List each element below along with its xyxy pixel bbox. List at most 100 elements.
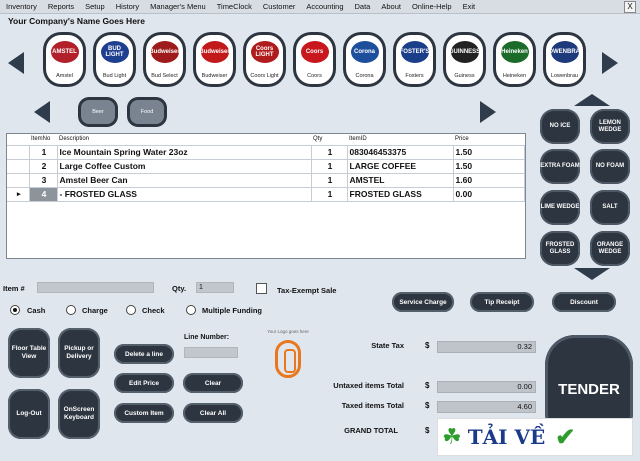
menu-inventory[interactable]: Inventory xyxy=(6,2,37,11)
horseshoe-logo-icon xyxy=(275,340,301,378)
menu-online-help[interactable]: Online-Help xyxy=(412,2,452,11)
col-description-header: Description xyxy=(57,134,311,146)
modifier-lemon-wedge-button[interactable]: LEMON WEDGE xyxy=(590,109,630,144)
custom-item-button[interactable]: Custom Item xyxy=(114,403,174,423)
edit-price-button[interactable]: Edit Price xyxy=(114,373,174,393)
order-grid[interactable]: ItemNo Description Qty ItemID Price 1 Ic… xyxy=(6,133,526,259)
menu-customer[interactable]: Customer xyxy=(263,2,296,11)
cell-qty: 1 xyxy=(311,145,348,160)
modifier-extra-foam-button[interactable]: EXTRA FOAM xyxy=(540,149,580,184)
cell-qty: 1 xyxy=(311,173,348,188)
category-beer-button[interactable]: Beer xyxy=(78,97,118,127)
beer-button-coors[interactable]: Coors Coors xyxy=(293,32,336,87)
current-row-pointer-icon: ▸ xyxy=(7,187,30,202)
table-row[interactable]: 2 Large Coffee Custom 1 LARGE COFFEE 1.5… xyxy=(7,159,525,174)
beer-button-budweiser[interactable]: Budweiser Budweiser xyxy=(193,32,236,87)
beer-prev-arrow-icon[interactable] xyxy=(8,52,24,74)
floor-table-view-button[interactable]: Floor Table View xyxy=(8,328,50,378)
menu-accounting[interactable]: Accounting xyxy=(306,2,343,11)
clear-button[interactable]: Clear xyxy=(183,373,243,393)
beer-button-fosters[interactable]: FOSTER'S Fosters xyxy=(393,32,436,87)
onscreen-keyboard-button[interactable]: OnScreen Keyboard xyxy=(58,389,100,439)
discount-button[interactable]: Discount xyxy=(552,292,616,312)
delete-line-button[interactable]: Delete a line xyxy=(114,344,174,364)
beer-logo-icon: Coors LIGHT xyxy=(250,41,279,63)
modifier-no-ice-button[interactable]: NO ICE xyxy=(540,109,580,144)
col-itemno-header: ItemNo xyxy=(29,134,57,146)
beer-button-bud-light[interactable]: BUD LIGHT Bud Light xyxy=(93,32,136,87)
cell-itemno: 4 xyxy=(29,187,58,202)
clear-all-button[interactable]: Clear All xyxy=(183,403,243,423)
table-row[interactable]: 1 Ice Mountain Spring Water 23oz 1 08304… xyxy=(7,145,525,160)
menu-exit[interactable]: Exit xyxy=(463,2,476,11)
payment-charge-label: Charge xyxy=(82,306,108,315)
tax-exempt-checkbox[interactable] xyxy=(256,283,267,294)
untaxed-total-label: Untaxed items Total xyxy=(333,381,404,390)
close-button[interactable]: X xyxy=(624,1,636,13)
line-number-input[interactable] xyxy=(184,347,238,358)
modifier-no-foam-button[interactable]: NO FOAM xyxy=(590,149,630,184)
beer-button-lowenbrau[interactable]: LÖWENBRÄU Lowenbrau xyxy=(543,32,586,87)
grand-total-label: GRAND TOTAL xyxy=(344,426,398,435)
beer-button-coors-light[interactable]: Coors LIGHT Coors Light xyxy=(243,32,286,87)
payment-check-label: Check xyxy=(142,306,165,315)
watermark-banner: ☘ TẢI VỀ ✔ xyxy=(437,418,633,456)
beer-button-bud-select[interactable]: Budweiser Bud Select xyxy=(143,32,186,87)
payment-multiple-funding-radio[interactable] xyxy=(186,305,196,315)
beer-logo-icon: Corona xyxy=(350,41,379,63)
untaxed-total-value: 0.00 xyxy=(437,381,536,393)
menu-about[interactable]: About xyxy=(381,2,401,11)
cell-itemid: LARGE COFFEE xyxy=(347,159,454,174)
beer-label: Guiness xyxy=(454,73,475,79)
beer-logo-icon: BUD LIGHT xyxy=(100,41,129,63)
menu-managers-menu[interactable]: Manager's Menu xyxy=(150,2,206,11)
beer-next-arrow-icon[interactable] xyxy=(602,52,618,74)
modifier-orange-wedge-button[interactable]: ORANGE WEDGE xyxy=(590,231,630,266)
cell-itemid: AMSTEL xyxy=(347,173,454,188)
modifier-salt-button[interactable]: SALT xyxy=(590,190,630,225)
table-row-selected[interactable]: ▸ 4 - FROSTED GLASS 1 FROSTED GLASS 0.00 xyxy=(7,187,525,202)
menu-reports[interactable]: Reports xyxy=(48,2,74,11)
beer-label: Lowenbrau xyxy=(550,73,579,79)
modifier-frosted-glass-button[interactable]: FROSTED GLASS xyxy=(540,231,580,266)
payment-check-radio[interactable] xyxy=(126,305,136,315)
beer-button-heineken[interactable]: Heineken Heineken xyxy=(493,32,536,87)
taxed-total-label: Taxed items Total xyxy=(341,401,404,410)
beer-logo-icon: Budweiser xyxy=(150,41,179,63)
col-price-header: Price xyxy=(453,134,525,146)
cell-price: 1.60 xyxy=(453,173,525,188)
menu-timeclock[interactable]: TimeClock xyxy=(217,2,252,11)
modifier-up-arrow-icon[interactable] xyxy=(574,94,610,106)
col-qty-header: Qty xyxy=(311,134,347,146)
qty-input[interactable]: 1 xyxy=(196,282,234,293)
beer-logo-icon: Heineken xyxy=(500,41,529,63)
beer-button-amstel[interactable]: AMSTEL Amstel xyxy=(43,32,86,87)
service-charge-button[interactable]: Service Charge xyxy=(392,292,454,312)
tip-receipt-button[interactable]: Tip Receipt xyxy=(470,292,534,312)
modifier-lime-wedge-button[interactable]: LIME WEDGE xyxy=(540,190,580,225)
cell-price: 0.00 xyxy=(453,187,525,202)
category-next-arrow-icon[interactable] xyxy=(480,101,496,123)
beer-label: Coors Light xyxy=(250,73,279,79)
menu-history[interactable]: History xyxy=(116,2,139,11)
cell-description: - FROSTED GLASS xyxy=(57,187,312,202)
beer-button-guiness[interactable]: GUINNESS Guiness xyxy=(443,32,486,87)
pickup-delivery-button[interactable]: Pickup or Delivery xyxy=(58,328,100,378)
table-row[interactable]: 3 Amstel Beer Can 1 AMSTEL 1.60 xyxy=(7,173,525,188)
cell-description: Large Coffee Custom xyxy=(57,159,312,174)
category-prev-arrow-icon[interactable] xyxy=(34,101,50,123)
beer-label: Coors xyxy=(307,73,322,79)
row-indicator xyxy=(7,145,30,160)
cell-itemid: 083046453375 xyxy=(347,145,454,160)
row-indicator xyxy=(7,173,30,188)
beer-button-corona[interactable]: Corona Corona xyxy=(343,32,386,87)
item-number-input[interactable] xyxy=(37,282,154,293)
category-food-button[interactable]: Food xyxy=(127,97,167,127)
menu-setup[interactable]: Setup xyxy=(85,2,105,11)
cell-description: Ice Mountain Spring Water 23oz xyxy=(57,145,312,160)
payment-cash-radio[interactable] xyxy=(10,305,20,315)
modifier-down-arrow-icon[interactable] xyxy=(574,268,610,280)
menu-data[interactable]: Data xyxy=(355,2,371,11)
log-out-button[interactable]: Log-Out xyxy=(8,389,50,439)
payment-charge-radio[interactable] xyxy=(66,305,76,315)
